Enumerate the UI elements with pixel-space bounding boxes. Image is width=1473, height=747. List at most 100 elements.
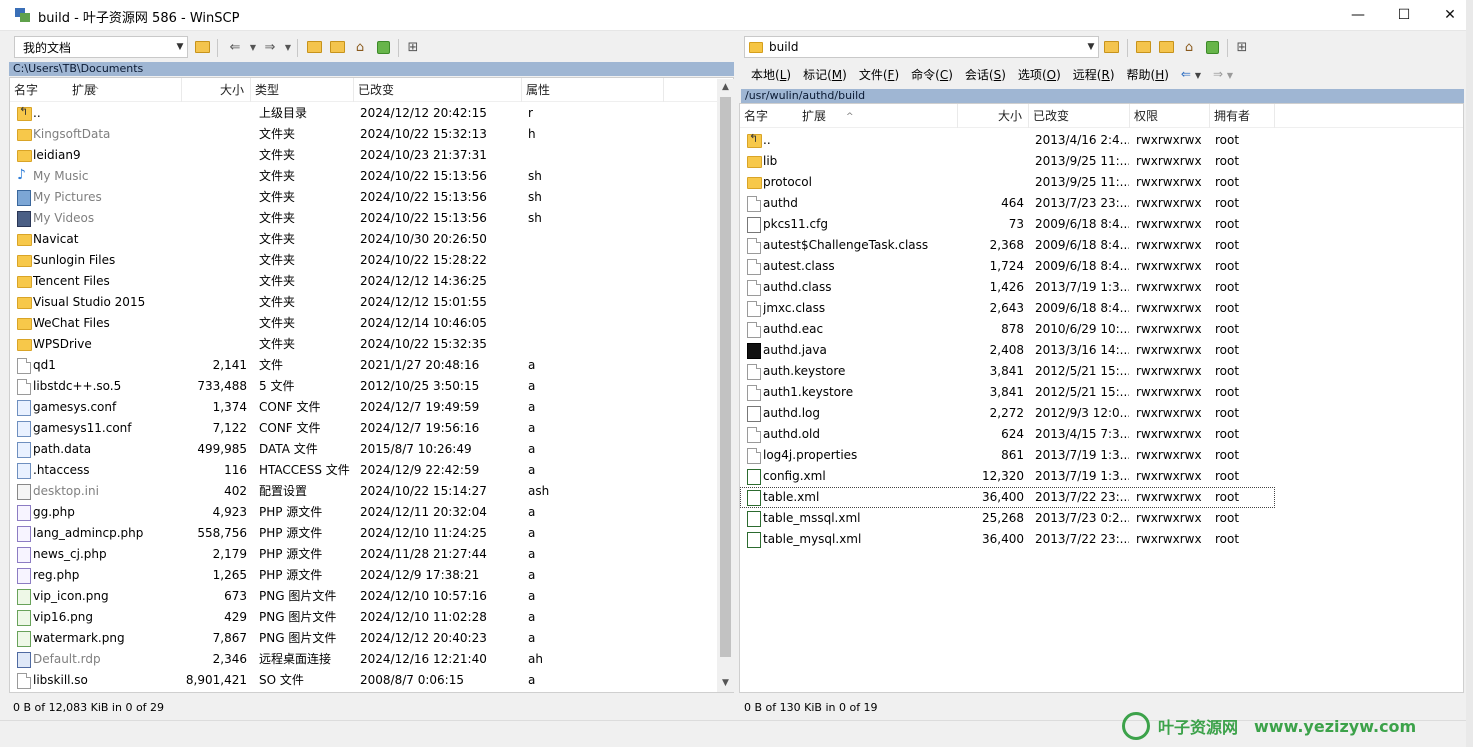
column-rights[interactable]: 权限 (1130, 104, 1210, 128)
table-row[interactable]: Tencent Files 文件夹 2024/12/12 14:36:25 (10, 271, 733, 292)
table-row[interactable]: auth.keystore 3,841 2012/5/21 15:... rwxrwx… (740, 361, 1275, 382)
table-row[interactable]: path.data 499,985 DATA 文件 2015/8/7 10:26:49… (10, 439, 733, 460)
table-row[interactable]: leidian9 文件夹 2024/10/23 21:37:31 (10, 145, 733, 166)
table-row[interactable]: watermark.png 7,867 PNG 图片文件 2024/12/12 20:… (10, 628, 733, 649)
menu-options[interactable]: 选项(O) (1012, 66, 1067, 83)
forward-button[interactable]: ⇒ (261, 38, 279, 56)
table-row[interactable]: news_cj.php 2,179 PHP 源文件 2024/11/28 21:27:… (10, 544, 733, 565)
table-row[interactable]: pkcs11.cfg 73 2009/6/18 8:4... rwxrwxrwx roo… (740, 214, 1275, 235)
menu-commands[interactable]: 命令(C) (905, 66, 959, 83)
table-row[interactable]: desktop.ini 402 配置设置 2024/10/22 15:14:27 ash (10, 481, 733, 502)
home-directory-button[interactable]: ⌂ (351, 38, 369, 56)
table-row[interactable]: autest.class 1,724 2009/6/18 8:4... rwxrwxr… (740, 256, 1275, 277)
tree-view-button[interactable]: ⊞ (1233, 38, 1251, 56)
table-row[interactable]: table.xml 36,400 2013/7/22 23:... rwxrwxrwx… (740, 487, 1275, 508)
table-row[interactable]: authd.old 624 2013/4/15 7:3... rwxrwxrwx roo… (740, 424, 1275, 445)
table-row[interactable]: .. 2013/4/16 2:4... rwxrwxrwx root (740, 130, 1275, 151)
maximize-button[interactable]: ☐ (1381, 0, 1427, 31)
column-size[interactable]: 大小 (958, 104, 1029, 128)
menu-mark[interactable]: 标记(M) (797, 66, 853, 83)
open-folder-button[interactable] (1102, 38, 1120, 56)
table-row[interactable]: lang_admincp.php 558,756 PHP 源文件 2024/12/10… (10, 523, 733, 544)
table-row[interactable]: gamesys11.conf 7,122 CONF 文件 2024/12/7 19:5… (10, 418, 733, 439)
table-row[interactable]: jmxc.class 2,643 2009/6/18 8:4... rwxrwxrwx… (740, 298, 1275, 319)
home-directory-button[interactable]: ⌂ (1180, 38, 1198, 56)
column-attributes[interactable]: 属性 (522, 78, 664, 102)
menu-remote[interactable]: 远程(R) (1067, 66, 1121, 83)
right-location-dropdown[interactable]: build ▼ (744, 36, 1099, 58)
table-row[interactable]: My Videos 文件夹 2024/10/22 15:13:56 sh (10, 208, 733, 229)
table-row[interactable]: lib 2013/9/25 11:... rwxrwxrwx root (740, 151, 1275, 172)
table-row[interactable]: authd 464 2013/7/23 23:... rwxrwxrwx root (740, 193, 1275, 214)
remote-file-panel[interactable]: 名字 扩展 ^ 大小 已改变 权限 拥有者 .. 2013/4/16 2:4... rw… (739, 103, 1464, 693)
back-button[interactable]: ⇐ (226, 38, 244, 56)
root-directory-button[interactable] (328, 38, 346, 56)
file-size: 2,272 (989, 406, 1024, 420)
table-row[interactable]: libstdc++.so.5 733,488 5 文件 2012/10/25 3:50… (10, 376, 733, 397)
table-row[interactable]: table_mssql.xml 25,268 2013/7/23 0:2... rwx… (740, 508, 1275, 529)
column-name[interactable]: 名字 扩展 ^ (740, 104, 958, 128)
table-row[interactable]: .. 上级目录 2024/12/12 20:42:15 r (10, 103, 733, 124)
parent-directory-button[interactable] (305, 38, 323, 56)
table-row[interactable]: My Pictures 文件夹 2024/10/22 15:13:56 sh (10, 187, 733, 208)
column-owner[interactable]: 拥有者 (1210, 104, 1275, 128)
table-row[interactable]: table_mysql.xml 36,400 2013/7/22 23:... rwx… (740, 529, 1275, 550)
back-dropdown-button[interactable]: ▼ (244, 38, 262, 56)
table-row[interactable]: Navicat 文件夹 2024/10/30 20:26:50 (10, 229, 733, 250)
table-row[interactable]: Default.rdp 2,346 远程桌面连接 2024/12/16 12:21:4… (10, 649, 733, 670)
parent-directory-button[interactable] (1134, 38, 1152, 56)
table-row[interactable]: gamesys.conf 1,374 CONF 文件 2024/12/7 19:49:… (10, 397, 733, 418)
column-size[interactable]: 大小 (182, 78, 251, 102)
open-folder-button[interactable] (193, 38, 211, 56)
table-row[interactable]: reg.php 1,265 PHP 源文件 2024/12/9 17:38:21 a (10, 565, 733, 586)
table-row[interactable]: .htaccess 116 HTACCESS 文件 2024/12/9 22:42:5… (10, 460, 733, 481)
table-row[interactable]: WeChat Files 文件夹 2024/12/14 10:46:05 (10, 313, 733, 334)
file-size: 1,426 (989, 280, 1024, 294)
menu-help[interactable]: 帮助(H) (1121, 66, 1175, 83)
table-row[interactable]: KingsoftData 文件夹 2024/10/22 15:32:13 h (10, 124, 733, 145)
column-name[interactable]: 名字 扩展 ^ (10, 78, 182, 102)
table-row[interactable]: libskill.so 8,901,421 SO 文件 2008/8/7 0:06:1… (10, 670, 733, 691)
scroll-up-icon[interactable]: ▲ (717, 79, 734, 96)
table-row[interactable]: vip_icon.png 673 PNG 图片文件 2024/12/10 10:57:… (10, 586, 733, 607)
leaf-logo-icon (1122, 712, 1150, 740)
menu-files[interactable]: 文件(F) (853, 66, 905, 83)
scrollbar-thumb[interactable] (720, 97, 731, 657)
scroll-down-icon[interactable]: ▼ (717, 675, 734, 692)
column-modified[interactable]: 已改变 (1029, 104, 1130, 128)
conf-file-icon (17, 400, 31, 416)
left-location-dropdown[interactable]: 我的文档 ▼ (14, 36, 188, 58)
file-name: gamesys.conf (33, 400, 117, 414)
table-row[interactable]: authd.class 1,426 2013/7/19 1:3... rwxrwxrw… (740, 277, 1275, 298)
menu-session[interactable]: 会话(S) (959, 66, 1012, 83)
table-row[interactable]: Sunlogin Files 文件夹 2024/10/22 15:28:22 (10, 250, 733, 271)
table-row[interactable]: authd.java 2,408 2013/3/16 14:... rwxrwxrwx… (740, 340, 1275, 361)
forward-dropdown-button[interactable]: ▼ (279, 38, 297, 56)
table-row[interactable]: autest$ChallengeTask.class 2,368 2009/6/18… (740, 235, 1275, 256)
table-row[interactable]: protocol 2013/9/25 11:... rwxrwxrwx root (740, 172, 1275, 193)
column-type[interactable]: 类型 (251, 78, 354, 102)
root-directory-button[interactable] (1157, 38, 1175, 56)
minimize-button[interactable]: — (1335, 0, 1381, 31)
table-row[interactable]: gg.php 4,923 PHP 源文件 2024/12/11 20:32:04 a (10, 502, 733, 523)
menu-local[interactable]: 本地(L) (745, 66, 797, 83)
table-row[interactable]: vip16.png 429 PNG 图片文件 2024/12/10 11:02:28 a (10, 607, 733, 628)
table-row[interactable]: ♪ My Music 文件夹 2024/10/22 15:13:56 sh (10, 166, 733, 187)
local-file-panel[interactable]: 名字扩展^ 大小 类型 已改变 属性 .. 上级目录 2024/12/12 20:4… (9, 77, 734, 693)
table-row[interactable]: WPSDrive 文件夹 2024/10/22 15:32:35 (10, 334, 733, 355)
table-row[interactable]: config.xml 12,320 2013/7/19 1:3... rwxrwxrw… (740, 466, 1275, 487)
refresh-button[interactable] (374, 38, 392, 56)
table-row[interactable]: authd.log 2,272 2012/9/3 12:0... rwxrwxrwx r… (740, 403, 1275, 424)
column-modified[interactable]: 已改变 (354, 78, 522, 102)
local-vertical-scrollbar[interactable]: ▲ ▼ (717, 79, 734, 692)
table-row[interactable]: log4j.properties 861 2013/7/19 1:3... rwxrw… (740, 445, 1275, 466)
table-row[interactable]: authd.eac 878 2010/6/29 10:... rwxrwxrwx roo… (740, 319, 1275, 340)
forward-button[interactable]: ⇒ ▼ (1207, 67, 1239, 81)
table-row[interactable]: Visual Studio 2015 文件夹 2024/12/12 15:01:55 (10, 292, 733, 313)
table-row[interactable]: auth1.keystore 3,841 2012/5/21 15:... rwxrw… (740, 382, 1275, 403)
back-button[interactable]: ⇐ ▼ (1175, 67, 1207, 81)
file-type: CONF 文件 (259, 421, 321, 435)
refresh-button[interactable] (1203, 38, 1221, 56)
table-row[interactable]: qd1 2,141 文件 2021/1/27 20:48:16 a (10, 355, 733, 376)
tree-view-button[interactable]: ⊞ (404, 38, 422, 56)
